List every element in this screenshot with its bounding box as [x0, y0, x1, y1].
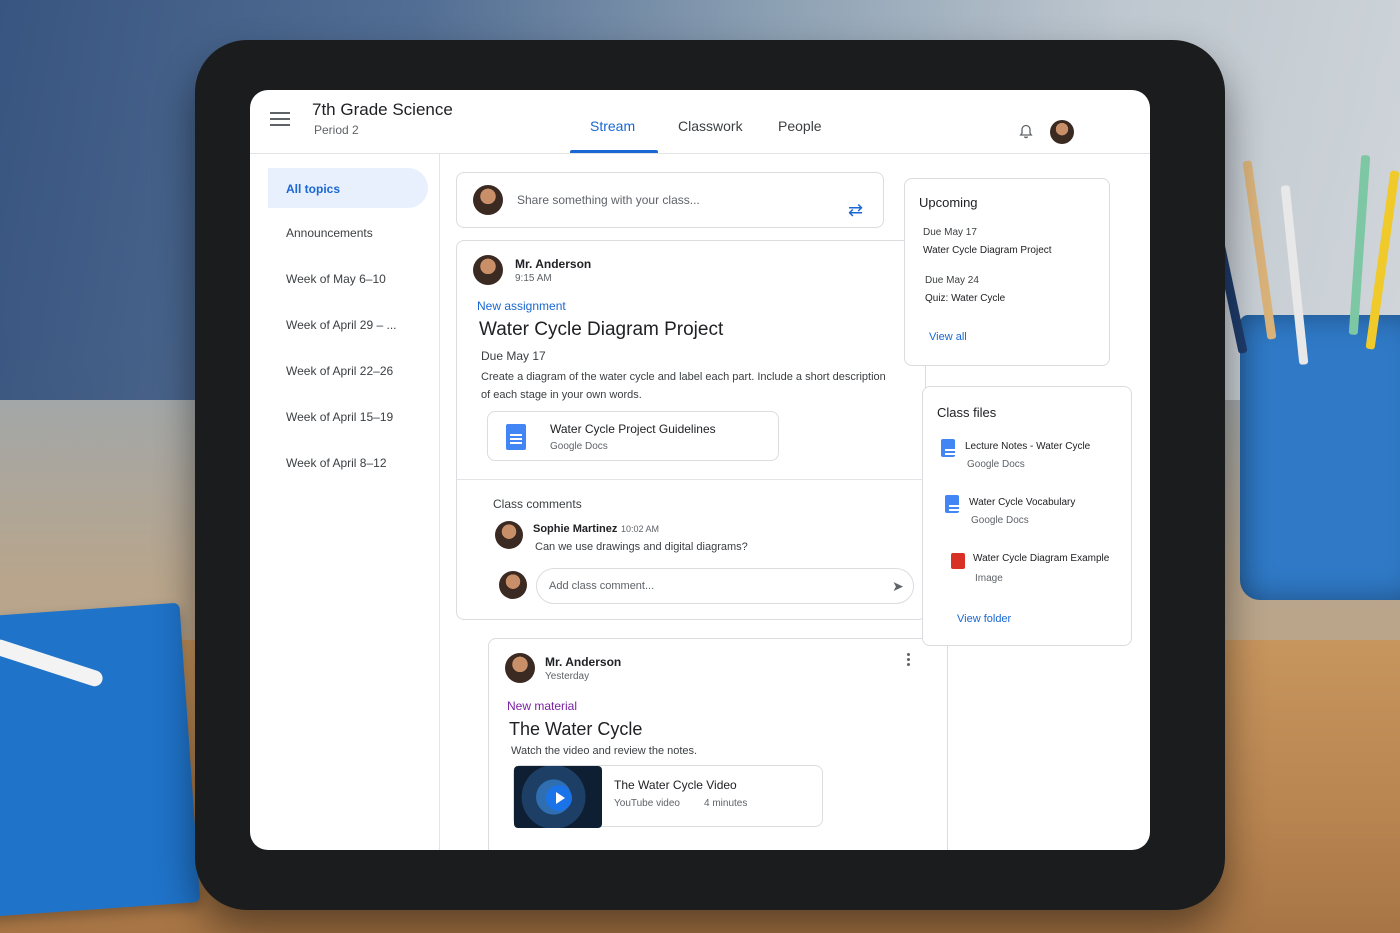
upcoming-heading: Upcoming [919, 195, 978, 210]
material-post: Mr. Anderson Yesterday New material The … [488, 638, 948, 850]
file-title[interactable]: Water Cycle Diagram Example [973, 553, 1109, 564]
tab-people[interactable]: People [778, 118, 822, 134]
upcoming-item-due: Due May 24 [925, 275, 979, 286]
attachment-title: Water Cycle Project Guidelines [550, 422, 716, 436]
image-file-icon [951, 553, 965, 569]
post-author: Mr. Anderson [545, 655, 622, 669]
google-docs-icon [941, 439, 957, 457]
video-source: YouTube video [614, 798, 680, 809]
upcoming-panel: Upcoming Due May 17 Water Cycle Diagram … [904, 178, 1110, 366]
send-icon[interactable]: ➤ [892, 578, 908, 594]
user-avatar[interactable] [1050, 120, 1074, 144]
video-thumbnail[interactable] [514, 766, 602, 828]
tab-stream[interactable]: Stream [590, 118, 635, 134]
comment-text: Can we use drawings and digital diagrams… [535, 541, 748, 553]
comment-input-placeholder[interactable]: Add class comment... [549, 580, 654, 592]
video-length: 4 minutes [704, 798, 748, 809]
post-kind-label: New assignment [477, 299, 566, 313]
bell-icon[interactable] [1018, 124, 1034, 140]
share-input-placeholder[interactable]: Share something with your class... [517, 193, 700, 207]
upcoming-item-due: Due May 17 [923, 227, 977, 238]
play-icon[interactable] [546, 785, 572, 811]
video-attachment-card[interactable]: The Water Cycle Video YouTube video 4 mi… [513, 765, 823, 828]
post-kind-label: New material [507, 699, 578, 713]
assignment-description-line1: Create a diagram of the water cycle and … [481, 371, 886, 383]
repost-icon[interactable]: ⇄ [848, 200, 868, 220]
author-avatar [505, 653, 535, 683]
menu-icon[interactable] [270, 112, 290, 126]
view-all-link[interactable]: View all [929, 331, 967, 343]
material-description: Watch the video and review the notes. [511, 745, 698, 757]
comments-divider [457, 479, 927, 480]
sidebar-item-week-april-29[interactable]: Week of April 29 – ... [286, 318, 397, 332]
post-author: Mr. Anderson [515, 257, 592, 271]
upcoming-item-title[interactable]: Water Cycle Diagram Project [923, 245, 1052, 256]
classroom-app-screen: 7th Grade Science Period 2 Stream Classw… [250, 90, 1150, 850]
assignment-post: Mr. Anderson 9:15 AM New assignment Wate… [456, 240, 927, 620]
comment-time: 10:02 AM [621, 524, 660, 534]
sidebar-item-week-april-8[interactable]: Week of April 8–12 [286, 456, 387, 470]
upcoming-item-title[interactable]: Quiz: Water Cycle [925, 293, 1005, 304]
post-time: 9:15 AM [515, 273, 552, 284]
class-files-panel: Class files Lecture Notes - Water Cycle … [922, 386, 1132, 646]
assignment-title[interactable]: Water Cycle Diagram Project [479, 319, 723, 341]
add-comment-input[interactable]: Add class comment... [536, 568, 914, 604]
sidebar-item-announcements[interactable]: Announcements [286, 226, 373, 240]
post-time: Yesterday [545, 671, 590, 682]
attachment-type: Google Docs [550, 441, 608, 452]
composer-avatar [473, 185, 503, 215]
class-comments-heading[interactable]: Class comments [493, 497, 582, 511]
commenter-avatar [495, 521, 523, 549]
file-type: Google Docs [967, 459, 1025, 470]
class-period: Period 2 [314, 123, 359, 137]
file-title[interactable]: Water Cycle Vocabulary [969, 497, 1075, 508]
sidebar-item-all-topics[interactable]: All topics [286, 182, 340, 196]
file-type: Image [975, 573, 1003, 584]
google-docs-icon [945, 495, 961, 513]
background-pencil-cup [1240, 315, 1400, 600]
topics-sidebar: All topics Announcements Week of May 6–1… [250, 154, 440, 850]
google-docs-icon [506, 424, 526, 450]
more-options-icon[interactable] [907, 653, 911, 667]
class-title: 7th Grade Science [312, 100, 453, 119]
current-user-comment-avatar [499, 571, 527, 599]
class-files-heading: Class files [937, 405, 997, 420]
attachment-card[interactable]: Water Cycle Project Guidelines Google Do… [487, 411, 779, 461]
comment-author: Sophie Martinez [533, 523, 618, 535]
sidebar-item-week-may-6[interactable]: Week of May 6–10 [286, 272, 386, 286]
assignment-due: Due May 17 [481, 349, 546, 363]
tab-classwork[interactable]: Classwork [678, 118, 743, 134]
assignment-description-line2: of each stage in your own words. [481, 389, 642, 401]
file-type: Google Docs [971, 515, 1029, 526]
sidebar-item-week-april-15[interactable]: Week of April 15–19 [286, 410, 393, 424]
active-tab-indicator [570, 150, 658, 153]
top-app-bar: 7th Grade Science Period 2 Stream Classw… [250, 90, 1150, 154]
video-title: The Water Cycle Video [614, 778, 737, 792]
view-folder-link[interactable]: View folder [957, 613, 1011, 625]
material-title[interactable]: The Water Cycle [509, 719, 642, 740]
file-title[interactable]: Lecture Notes - Water Cycle [965, 441, 1090, 452]
sidebar-item-week-april-22[interactable]: Week of April 22–26 [286, 364, 393, 378]
author-avatar [473, 255, 503, 285]
share-composer[interactable]: Share something with your class... [456, 172, 884, 228]
